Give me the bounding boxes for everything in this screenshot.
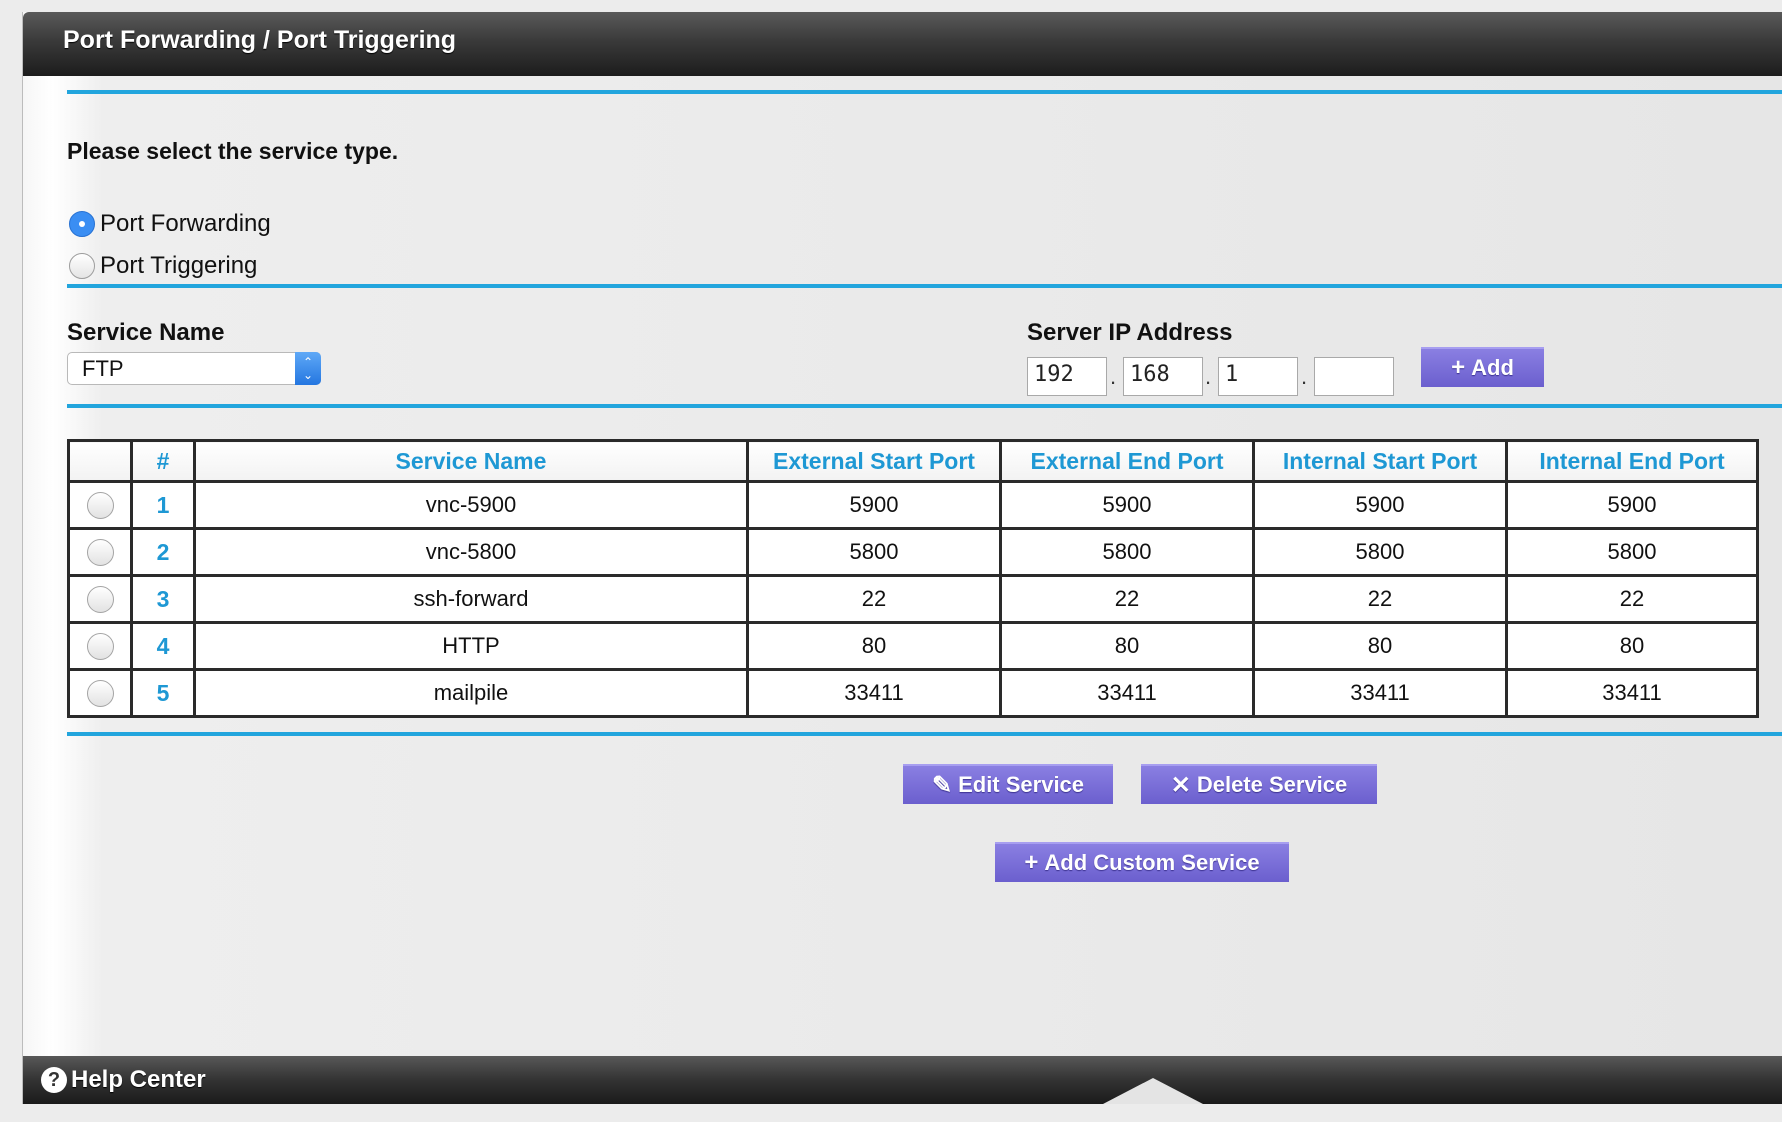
radio-label: Port Forwarding	[100, 210, 271, 237]
ip-octet-4-input[interactable]	[1314, 357, 1394, 396]
row-radio[interactable]	[86, 538, 114, 566]
row-radio[interactable]	[86, 632, 114, 660]
row-internal-start: 33411	[1252, 668, 1508, 718]
row-external-start: 22	[746, 574, 1002, 624]
question-icon: ?	[41, 1067, 67, 1093]
divider	[67, 90, 1782, 94]
col-header-select	[67, 439, 133, 483]
ip-separator: .	[1301, 364, 1308, 389]
row-external-start: 33411	[746, 668, 1002, 718]
row-internal-start: 22	[1252, 574, 1508, 624]
row-select-cell[interactable]	[67, 480, 133, 530]
col-header-internal-end: Internal End Port	[1505, 439, 1759, 483]
table-header-row: # Service Name External Start Port Exter…	[67, 439, 1759, 483]
row-radio[interactable]	[86, 585, 114, 613]
add-label: Add	[1471, 355, 1514, 380]
row-external-start: 80	[746, 621, 1002, 671]
radio-button-selected[interactable]	[69, 211, 95, 237]
col-header-number: #	[130, 439, 196, 483]
row-select-cell[interactable]	[67, 621, 133, 671]
row-internal-end: 22	[1505, 574, 1759, 624]
service-type-prompt: Please select the service type.	[67, 138, 399, 164]
row-internal-end: 80	[1505, 621, 1759, 671]
edit-service-label: Edit Service	[958, 772, 1085, 797]
row-select-cell[interactable]	[67, 574, 133, 624]
delete-service-button[interactable]: ✕ Delete Service	[1141, 764, 1377, 804]
row-external-start: 5900	[746, 480, 1002, 530]
page-title: Port Forwarding / Port Triggering	[63, 26, 457, 54]
row-number: 1	[130, 480, 196, 530]
help-center-label: Help Center	[71, 1066, 206, 1093]
row-external-start: 5800	[746, 527, 1002, 577]
row-number: 4	[130, 621, 196, 671]
row-select-cell[interactable]	[67, 668, 133, 718]
help-center-link[interactable]: ? Help Center	[41, 1066, 206, 1094]
row-external-end: 80	[999, 621, 1255, 671]
service-name-select[interactable]: FTP ⌃ ⌄	[67, 352, 321, 385]
row-internal-start: 5900	[1252, 480, 1508, 530]
row-external-end: 5900	[999, 480, 1255, 530]
services-table: # Service Name External Start Port Exter…	[67, 439, 1759, 718]
ip-octet-2-input[interactable]: 168	[1123, 357, 1203, 396]
row-internal-start: 80	[1252, 621, 1508, 671]
row-external-end: 5800	[999, 527, 1255, 577]
row-internal-start: 5800	[1252, 527, 1508, 577]
service-name-label: Service Name	[67, 319, 225, 346]
row-radio[interactable]	[86, 491, 114, 519]
divider	[67, 732, 1782, 736]
row-select-cell[interactable]	[67, 527, 133, 577]
server-ip-label: Server IP Address	[1027, 319, 1233, 346]
row-number: 5	[130, 668, 196, 718]
col-header-service-name: Service Name	[193, 439, 749, 483]
divider	[67, 404, 1782, 408]
select-value: FTP	[82, 356, 124, 381]
row-external-end: 22	[999, 574, 1255, 624]
expand-up-icon[interactable]	[1103, 1078, 1203, 1104]
page-panel: Port Forwarding / Port Triggering Please…	[22, 12, 1782, 1104]
col-header-external-end: External End Port	[999, 439, 1255, 483]
row-service-name: HTTP	[193, 621, 749, 671]
pencil-icon: ✎	[931, 771, 953, 799]
col-header-external-start: External Start Port	[746, 439, 1002, 483]
add-custom-service-label: Add Custom Service	[1044, 850, 1260, 875]
delete-service-label: Delete Service	[1196, 772, 1348, 797]
row-internal-end: 5900	[1505, 480, 1759, 530]
table-row[interactable]: 1 vnc-5900 5900 5900 5900 5900	[67, 480, 1759, 530]
row-number: 2	[130, 527, 196, 577]
row-external-end: 33411	[999, 668, 1255, 718]
table-row[interactable]: 5 mailpile 33411 33411 33411 33411	[67, 668, 1759, 718]
ip-octet-3-input[interactable]: 1	[1218, 357, 1298, 396]
ip-separator: .	[1205, 364, 1212, 389]
row-internal-end: 5800	[1505, 527, 1759, 577]
row-internal-end: 33411	[1505, 668, 1759, 718]
edit-service-button[interactable]: ✎ Edit Service	[903, 764, 1113, 804]
add-button[interactable]: + Add	[1421, 347, 1544, 387]
ip-separator: .	[1110, 364, 1117, 389]
table-row[interactable]: 4 HTTP 80 80 80 80	[67, 621, 1759, 671]
radio-label: Port Triggering	[100, 252, 258, 279]
help-footer-bar: ? Help Center	[23, 1056, 1782, 1104]
radio-port-forwarding[interactable]: Port Forwarding	[69, 210, 271, 238]
table-row[interactable]: 2 vnc-5800 5800 5800 5800 5800	[67, 527, 1759, 577]
row-number: 3	[130, 574, 196, 624]
row-radio[interactable]	[86, 679, 114, 707]
ip-octet-1-input[interactable]: 192	[1027, 357, 1107, 396]
plus-icon: +	[1024, 849, 1039, 876]
row-service-name: vnc-5900	[193, 480, 749, 530]
plus-icon: +	[1451, 354, 1466, 381]
row-service-name: ssh-forward	[193, 574, 749, 624]
chevron-up-down-icon[interactable]: ⌃ ⌄	[295, 352, 321, 385]
title-bar: Port Forwarding / Port Triggering	[23, 12, 1782, 76]
close-icon: ✕	[1170, 771, 1191, 799]
divider	[67, 284, 1782, 288]
add-custom-service-button[interactable]: + Add Custom Service	[995, 842, 1289, 882]
radio-port-triggering[interactable]: Port Triggering	[69, 252, 257, 280]
row-service-name: mailpile	[193, 668, 749, 718]
table-row[interactable]: 3 ssh-forward 22 22 22 22	[67, 574, 1759, 624]
col-header-internal-start: Internal Start Port	[1252, 439, 1508, 483]
radio-button[interactable]	[69, 253, 95, 279]
row-service-name: vnc-5800	[193, 527, 749, 577]
